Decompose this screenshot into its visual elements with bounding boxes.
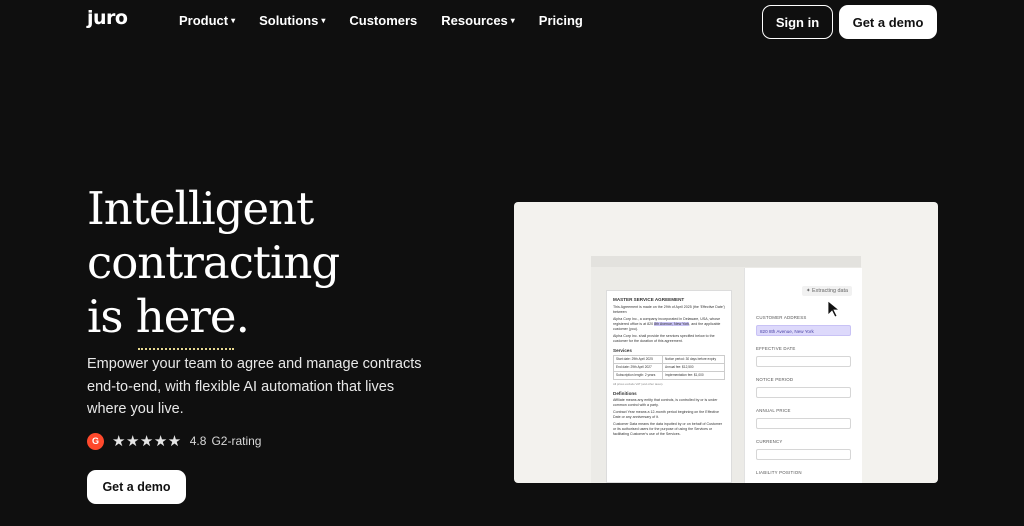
annual-price-field[interactable]	[756, 418, 851, 429]
field-label: NOTICE PERIOD	[756, 377, 794, 382]
g2-rating: G ★★★★★ 4.8 G2-rating	[87, 432, 261, 450]
chevron-down-icon: ▾	[231, 16, 236, 25]
customer-address-field[interactable]: 820 8th Avenue, New York	[756, 325, 851, 336]
get-demo-button[interactable]: Get a demo	[839, 5, 937, 39]
nav-item-label: Product	[179, 13, 229, 28]
hero-title-line: is here.	[87, 290, 339, 350]
section-heading: Definitions	[613, 391, 637, 396]
document-text: Affiliate means any entity that controls…	[613, 398, 718, 407]
contract-document: MASTER SERVICE AGREEMENT This Agreement …	[606, 290, 732, 483]
document-text: All prices exclude VAT (and other taxes)…	[613, 382, 664, 386]
product-preview: MASTER SERVICE AGREEMENT This Agreement …	[514, 202, 938, 483]
nav-item-label: Resources	[441, 13, 508, 28]
cursor-icon	[827, 300, 841, 318]
table-cell: Start date: 29th April 2025	[612, 355, 664, 364]
document-text: Alpha Corp Inc. shall provide the servic…	[613, 334, 715, 343]
table-cell: Subscription length: 2 years	[612, 371, 664, 380]
rating-label: G2-rating	[211, 434, 262, 448]
table-cell: Annual fee: $12,500	[662, 363, 725, 372]
hero-get-demo-button[interactable]: Get a demo	[87, 470, 186, 504]
rating-score: 4.8	[189, 434, 207, 448]
juro-logo[interactable]: juro	[87, 7, 128, 29]
hero-title-highlight: here	[135, 290, 237, 350]
document-text: Contract Year means a 12-month period be…	[613, 410, 720, 419]
hero-subtitle: Empower your team to agree and manage co…	[87, 356, 422, 417]
highlighted-text: 8th Avenue, New York	[654, 322, 690, 326]
hero-title-text: .	[235, 290, 250, 343]
g2-logo-icon: G	[87, 432, 104, 450]
table-row: Subscription length: 2 years Implementati…	[612, 371, 725, 380]
table-cell: Implementation fee: $1,000	[662, 371, 725, 380]
sign-in-button[interactable]: Sign in	[762, 5, 833, 39]
table-cell: Notice period: 30 days before expiry	[662, 355, 725, 364]
data-extraction-panel: ✦ Extracting data CUSTOMER ADDRESS 820 8…	[744, 268, 862, 483]
document-text: This Agreement is made on the 29th of Ap…	[613, 305, 725, 314]
services-table: Start date: 29th April 2025 Notice period…	[612, 355, 725, 380]
hero-title-line: Intelligent	[87, 182, 314, 235]
document-text: Alpha Corp Inc., a company incorporated …	[613, 317, 725, 332]
table-cell: End date: 29th April 2027	[612, 363, 664, 372]
main-menu: Product ▾ Solutions ▾ Customers Resources ▾…	[179, 13, 607, 28]
field-label: ANNUAL PRICE	[756, 408, 791, 413]
effective-date-field[interactable]	[756, 356, 851, 367]
currency-field[interactable]	[756, 449, 851, 460]
nav-item-resources[interactable]: Resources ▾	[441, 13, 515, 28]
table-row: Start date: 29th April 2025 Notice period…	[612, 355, 725, 364]
extracting-status: ✦ Extracting data	[802, 286, 852, 296]
nav-item-product[interactable]: Product ▾	[179, 13, 235, 28]
table-row: End date: 29th April 2027 Annual fee: $12…	[612, 363, 725, 372]
nav-item-solutions[interactable]: Solutions ▾	[259, 13, 325, 28]
chevron-down-icon: ▾	[510, 16, 515, 25]
document-toolbar	[591, 256, 861, 267]
field-label: CURRENCY	[756, 439, 783, 444]
nav-item-label: Customers	[349, 13, 418, 28]
section-heading: Services	[613, 348, 632, 353]
top-navigation: juro Product ▾ Solutions ▾ Customers Resou…	[0, 0, 1024, 42]
field-label: EFFECTIVE DATE	[756, 346, 796, 351]
dotted-underline	[137, 348, 234, 350]
document-text: Customer Data means the data inputted by…	[613, 422, 723, 436]
hero-title-text: is	[87, 290, 136, 343]
hero-title-text: here	[135, 290, 237, 343]
star-rating-icon: ★★★★★	[112, 433, 182, 450]
document-title: MASTER SERVICE AGREEMENT	[613, 297, 685, 302]
field-label: CUSTOMER ADDRESS	[756, 315, 807, 320]
field-label: LIABILITY POSITION	[756, 470, 802, 475]
nav-item-label: Pricing	[538, 13, 583, 28]
nav-item-pricing[interactable]: Pricing	[539, 13, 583, 28]
notice-period-field[interactable]	[756, 387, 851, 398]
nav-item-label: Solutions	[259, 13, 319, 28]
nav-item-customers[interactable]: Customers	[349, 13, 417, 28]
hero-title-line: contracting	[87, 236, 340, 289]
chevron-down-icon: ▾	[321, 16, 326, 25]
hero-title: Intelligent contracting is here.	[87, 182, 340, 350]
